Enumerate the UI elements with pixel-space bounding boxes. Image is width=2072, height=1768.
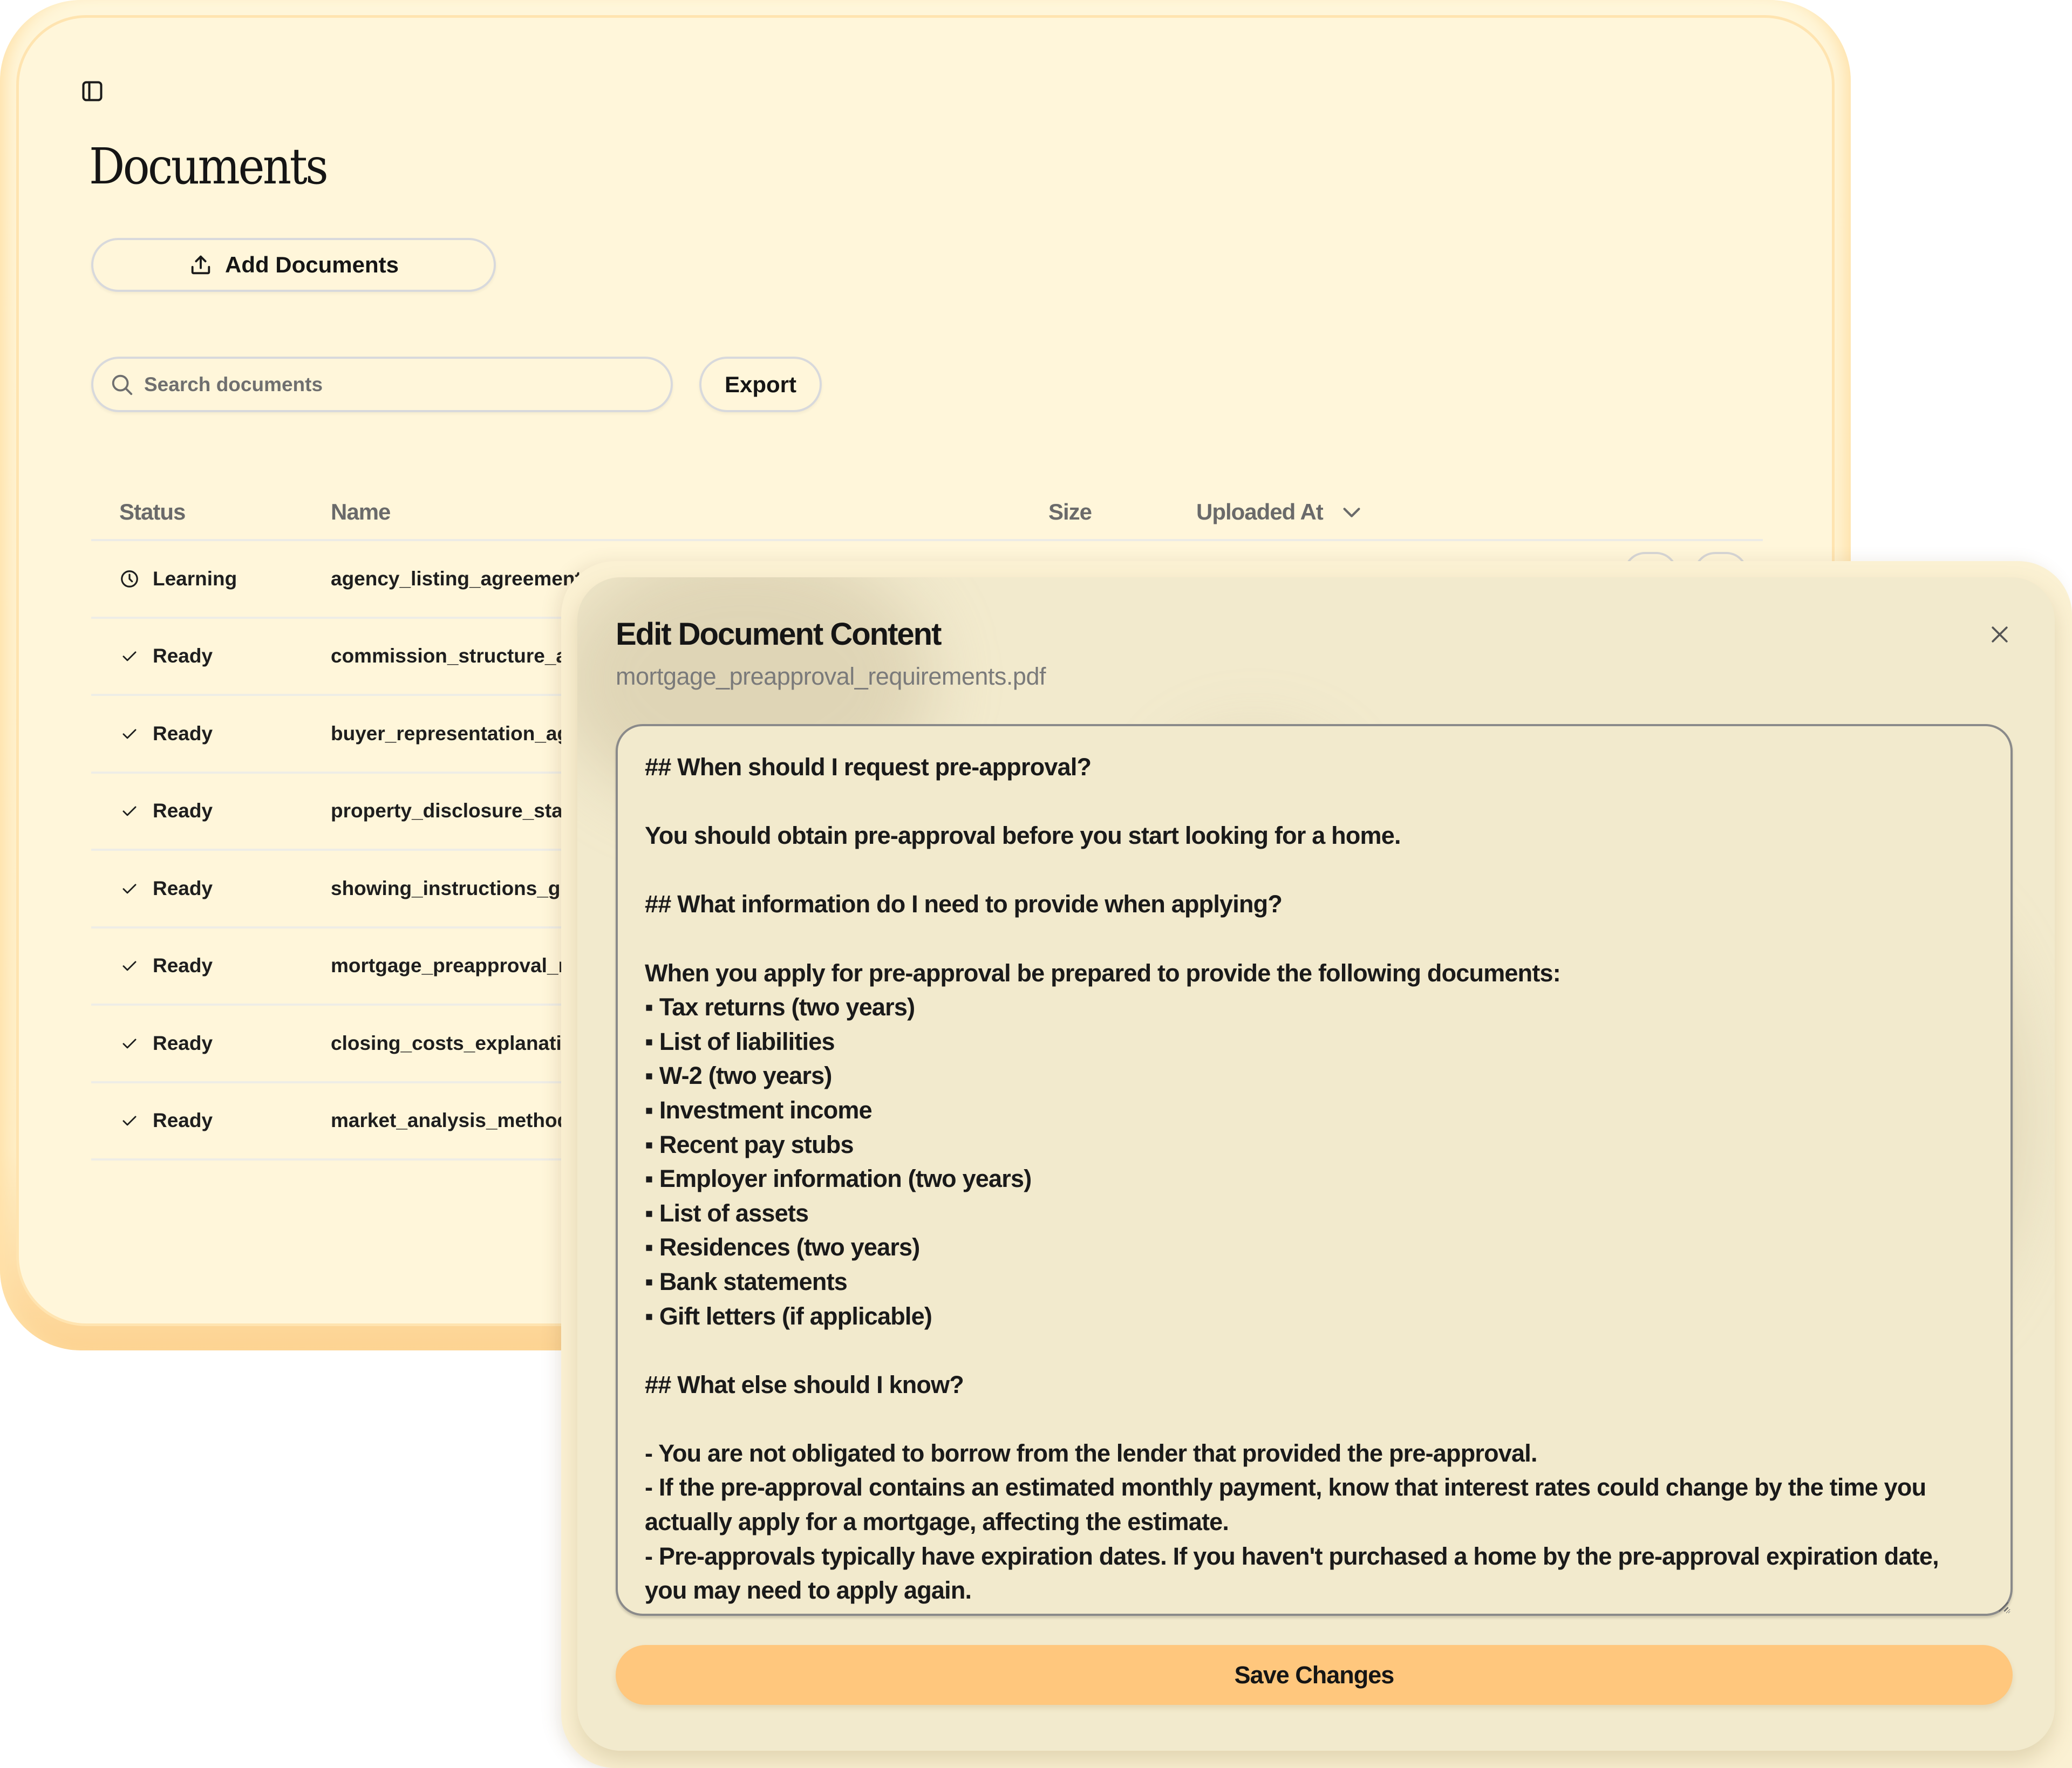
column-header-size[interactable]: Size [1048, 499, 1092, 525]
modal-title: Edit Document Content [616, 617, 942, 652]
row-status-label: Ready [153, 1109, 213, 1132]
check-icon [119, 1033, 140, 1054]
row-name[interactable]: market_analysis_methodol [331, 1083, 587, 1159]
upload-icon [191, 255, 210, 275]
search-input[interactable] [144, 373, 671, 396]
row-status-label: Ready [153, 954, 213, 977]
row-status-label: Ready [153, 877, 213, 899]
row-status-label: Ready [153, 645, 213, 667]
row-status: Ready [119, 619, 213, 694]
check-icon [119, 878, 140, 899]
row-name[interactable]: commission_structure_and [331, 619, 591, 694]
row-status-label: Ready [153, 800, 213, 822]
row-name[interactable]: buyer_representation_agre [331, 696, 588, 772]
clock-icon [119, 569, 140, 589]
row-status: Learning [119, 541, 237, 617]
column-header-name[interactable]: Name [331, 499, 391, 525]
sidebar-toggle-button[interactable] [80, 79, 104, 103]
column-header-uploaded-at[interactable]: Uploaded At [1196, 499, 1364, 525]
export-label: Export [724, 371, 796, 397]
search-icon [112, 374, 133, 395]
edit-document-modal: Edit Document Content mortgage_preapprov… [577, 577, 2055, 1751]
modal-filename: mortgage_preapproval_requirements.pdf [616, 663, 1046, 690]
row-name[interactable]: property_disclosure_stater [331, 774, 588, 849]
row-status: Ready [119, 1006, 213, 1081]
row-status: Ready [119, 696, 213, 772]
close-icon [1992, 626, 2008, 643]
close-button[interactable] [1986, 620, 2014, 649]
add-documents-label: Add Documents [224, 252, 399, 277]
check-icon [119, 1110, 140, 1131]
document-content-editor[interactable] [616, 724, 2013, 1616]
add-documents-button[interactable]: Add Documents [91, 238, 496, 292]
chevron-down-icon [1343, 508, 1360, 517]
row-status-label: Learning [153, 567, 237, 590]
page-title: Documents [89, 138, 329, 195]
row-name[interactable]: mortgage_preapproval_req [331, 929, 589, 1004]
table-header: Status Name Size Uploaded At [91, 471, 1763, 541]
check-icon [119, 801, 140, 821]
export-button[interactable]: Export [699, 357, 822, 412]
check-icon [119, 955, 140, 976]
check-icon [119, 723, 140, 744]
row-status: Ready [119, 929, 213, 1004]
row-status: Ready [119, 1083, 213, 1159]
search-field[interactable] [91, 357, 673, 412]
row-status-label: Ready [153, 722, 213, 745]
sidebar-panel-icon [82, 81, 103, 101]
row-status: Ready [119, 851, 213, 926]
row-name[interactable]: agency_listing_agreement_t [331, 541, 599, 617]
column-header-status[interactable]: Status [119, 499, 186, 525]
row-status: Ready [119, 774, 213, 849]
check-icon [119, 646, 140, 666]
column-header-uploaded-at-label: Uploaded At [1196, 499, 1324, 524]
save-changes-button[interactable]: Save Changes [616, 1645, 2013, 1705]
row-status-label: Ready [153, 1032, 213, 1054]
